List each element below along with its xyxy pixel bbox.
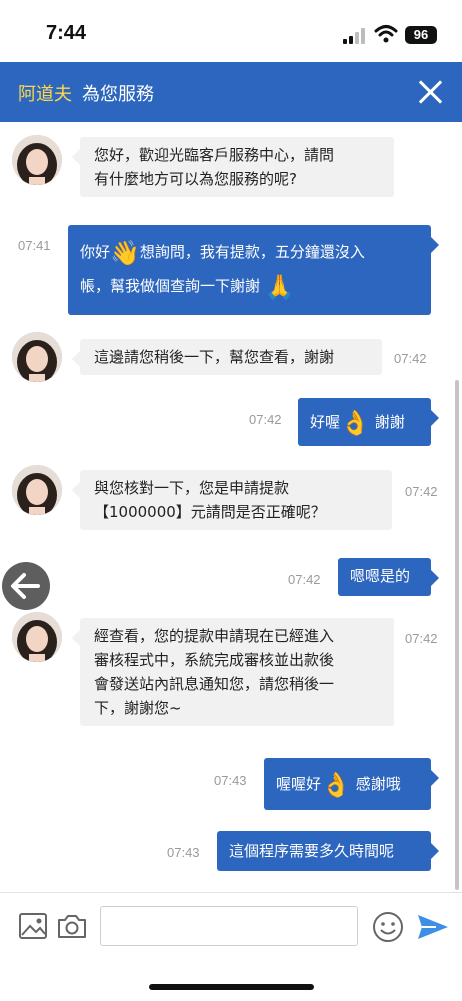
message-time: 07:42 xyxy=(288,572,321,587)
header-subtitle: 為您服務 xyxy=(82,84,154,105)
message-line: 【1000000】元請問是否正確呢？ xyxy=(94,503,326,521)
message-time: 07:42 xyxy=(405,484,438,499)
message-bubble-incoming: 經查看，您的提款申請現在已經進入 審核程式中，系統完成審核並出款後 會發送站內訊… xyxy=(72,618,394,726)
agent-name: 阿道夫 xyxy=(18,84,72,105)
message-line: 與您核對一下，您是申請提款 xyxy=(94,479,290,497)
message-line: 審核程式中，系統完成審核並出款後 xyxy=(94,651,335,669)
message-bubble-incoming: 您好，歡迎光臨客戶服務中心，請問 有什麼地方可以為您服務的呢? xyxy=(72,137,394,197)
back-arrow-icon xyxy=(11,573,40,599)
chat-header: 阿道夫 為您服務 xyxy=(0,62,462,122)
agent-avatar xyxy=(12,465,62,515)
status-bar: 7:44 96 xyxy=(0,0,462,62)
message-text: 好喔 xyxy=(310,413,341,431)
message-line: 您好，歡迎光臨客戶服務中心，請問 xyxy=(94,146,335,164)
signal-icon xyxy=(343,28,371,44)
message-line: 下，謝謝您~ xyxy=(94,699,182,717)
message-time: 07:42 xyxy=(249,412,282,427)
message-bubble-outgoing: 你好👋想詢問，我有提款，五分鐘還沒入 帳，幫我做個查詢一下謝謝 🙏 xyxy=(68,225,439,315)
status-time: 7:44 xyxy=(46,22,87,44)
message-line: 這邊請您稍後一下，幫您查看，謝謝 xyxy=(94,348,335,366)
camera-icon[interactable] xyxy=(56,912,88,940)
message-time: 07:43 xyxy=(214,773,247,788)
message-text: 帳，幫我做個查詢一下謝謝 xyxy=(80,277,261,295)
folded-hands-icon: 🙏 xyxy=(264,272,295,301)
agent-avatar xyxy=(12,135,62,185)
back-button[interactable] xyxy=(2,562,50,610)
battery-indicator: 96 xyxy=(405,26,437,44)
message-line: 會發送站內訊息通知您，請您稍後一 xyxy=(94,675,335,693)
close-icon[interactable] xyxy=(414,76,446,108)
message-bubble-incoming: 這邊請您稍後一下，幫您查看，謝謝 xyxy=(72,339,382,375)
wifi-icon xyxy=(374,25,398,43)
waving-hand-icon: 👋 xyxy=(110,238,140,267)
message-text: 謝謝 xyxy=(374,413,405,431)
message-line: 有什麼地方可以為您服務的呢? xyxy=(94,170,297,188)
message-bubble-outgoing: 喔喔好👌 感謝哦 xyxy=(264,758,439,810)
message-text: 嗯嗯是的 xyxy=(350,567,411,585)
message-time: 07:42 xyxy=(405,631,438,646)
agent-avatar xyxy=(12,332,62,382)
message-text: 這個程序需要多久時間呢 xyxy=(229,842,395,860)
message-bubble-outgoing: 這個程序需要多久時間呢 xyxy=(217,831,439,871)
ok-hand-icon: 👌 xyxy=(321,770,351,799)
send-icon[interactable] xyxy=(416,912,450,942)
message-bubble-incoming: 與您核對一下，您是申請提款 【1000000】元請問是否正確呢？ xyxy=(72,470,392,530)
message-time: 07:42 xyxy=(394,351,427,366)
message-text: 想詢問，我有提款，五分鐘還沒入 xyxy=(139,243,365,261)
message-text: 感謝哦 xyxy=(355,775,401,793)
message-text: 喔喔好 xyxy=(276,775,322,793)
message-time: 07:41 xyxy=(18,238,51,253)
image-icon[interactable] xyxy=(18,912,48,940)
ok-hand-icon: 👌 xyxy=(340,408,370,437)
message-bubble-outgoing: 嗯嗯是的 xyxy=(338,558,439,596)
message-input[interactable] xyxy=(100,906,358,946)
scrollbar[interactable] xyxy=(455,380,459,890)
message-text: 你好 xyxy=(80,243,111,261)
smiley-icon[interactable] xyxy=(372,911,404,943)
message-bubble-outgoing: 好喔👌 謝謝 xyxy=(298,398,439,446)
home-indicator xyxy=(149,984,314,990)
agent-avatar xyxy=(12,612,62,662)
message-line: 經查看，您的提款申請現在已經進入 xyxy=(94,627,335,645)
message-time: 07:43 xyxy=(167,845,200,860)
